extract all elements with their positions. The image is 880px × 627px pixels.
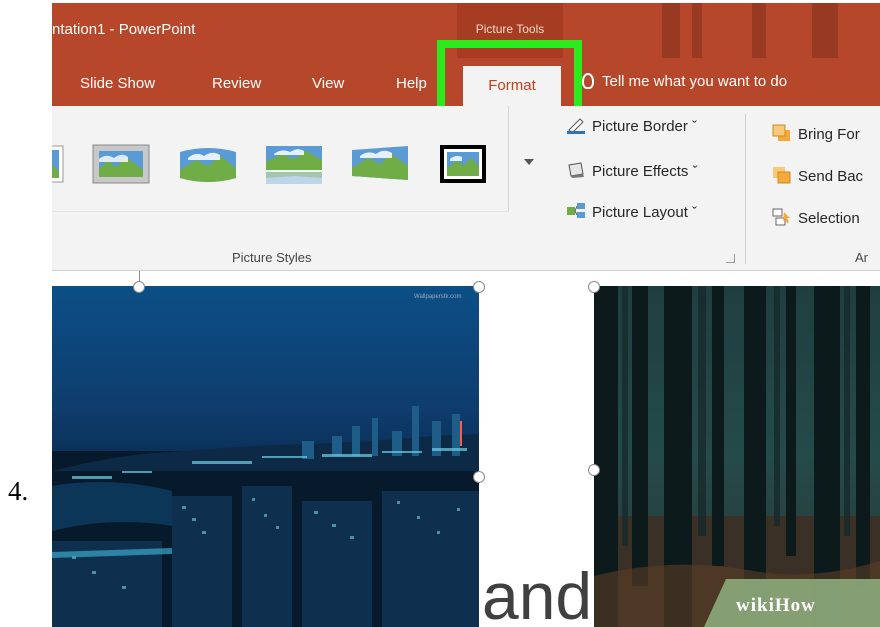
powerpoint-screenshot: Picture Tools ntation1 - PowerPoint Slid…: [52, 3, 880, 627]
picture-border-label: Picture Border ˇ: [592, 118, 698, 135]
dark-forest-picture[interactable]: [594, 286, 880, 627]
picture-effects-button[interactable]: Picture Effects ˇ: [566, 161, 698, 180]
send-backward-label: Send Bac: [798, 168, 864, 185]
selection-pane-icon: [772, 208, 790, 226]
picture-tools-label: Picture Tools: [475, 22, 545, 36]
picture-style-thumb-4[interactable]: [264, 142, 324, 186]
arrange-group-label: Ar: [855, 250, 868, 265]
picture-border-button[interactable]: Picture Border ˇ: [566, 116, 697, 135]
resize-handle[interactable]: [473, 471, 485, 483]
picture-styles-group-label: Picture Styles: [232, 250, 312, 265]
picture-layout-button[interactable]: Picture Layout ˇ: [566, 202, 697, 221]
send-backward-button[interactable]: Send Bac: [772, 166, 863, 185]
tell-me-box[interactable]: Tell me what you want to do: [582, 73, 787, 90]
picture-layout-label: Picture Layout ˇ: [592, 204, 698, 221]
tab-review[interactable]: Review: [212, 75, 261, 92]
resize-handle[interactable]: [133, 281, 145, 293]
tab-view[interactable]: View: [312, 75, 344, 92]
tell-me-text: Tell me what you want to do: [602, 73, 788, 90]
tab-help[interactable]: Help: [396, 75, 427, 92]
resize-handle[interactable]: [588, 281, 600, 293]
slide-text[interactable]: and: [482, 558, 592, 627]
bring-forward-button[interactable]: Bring For: [772, 124, 860, 143]
resize-handle[interactable]: [473, 281, 485, 293]
step-number: 4.: [8, 476, 29, 506]
pencil-border-icon: [567, 118, 585, 134]
ribbon: Picture Styles Picture Border ˇ Picture …: [52, 106, 880, 271]
gallery-divider: [52, 211, 509, 212]
city-night-picture[interactable]: Wallpaperstk.com: [52, 286, 479, 627]
group-separator: [745, 114, 746, 264]
selection-pane-button[interactable]: Selection: [772, 208, 860, 227]
svg-text:Wallpaperstk.com: Wallpaperstk.com: [414, 294, 461, 300]
wikihow-watermark: wikiHow: [704, 579, 880, 627]
window-title: ntation1 - PowerPoint: [52, 21, 196, 38]
bring-forward-icon: [772, 124, 790, 141]
lightbulb-icon: [582, 73, 594, 89]
selection-pane-label: Selection: [798, 210, 860, 227]
slide-canvas[interactable]: Wallpaperstk.com and: [52, 271, 880, 627]
tab-slide-show[interactable]: Slide Show: [80, 75, 155, 92]
picture-style-thumb-5[interactable]: [350, 142, 410, 186]
gallery-separator: [508, 106, 509, 211]
slide-editing-area: Wallpaperstk.com and: [52, 271, 880, 627]
send-backward-icon: [773, 167, 791, 184]
layout-icon: [567, 203, 585, 218]
picture-effects-label: Picture Effects ˇ: [592, 163, 698, 180]
picture-style-thumb-6[interactable]: [438, 142, 488, 186]
chevron-down-icon[interactable]: [524, 159, 534, 165]
effects-icon: [568, 162, 584, 178]
picture-style-thumb-2[interactable]: [92, 142, 150, 186]
picture-style-thumb-3[interactable]: [178, 142, 238, 186]
picture-style-thumb-1[interactable]: [52, 142, 64, 186]
wikihow-logo: wikiHow: [736, 595, 816, 616]
resize-handle[interactable]: [588, 464, 600, 476]
bring-forward-label: Bring For: [798, 126, 860, 143]
dialog-launcher-icon[interactable]: [726, 254, 735, 263]
